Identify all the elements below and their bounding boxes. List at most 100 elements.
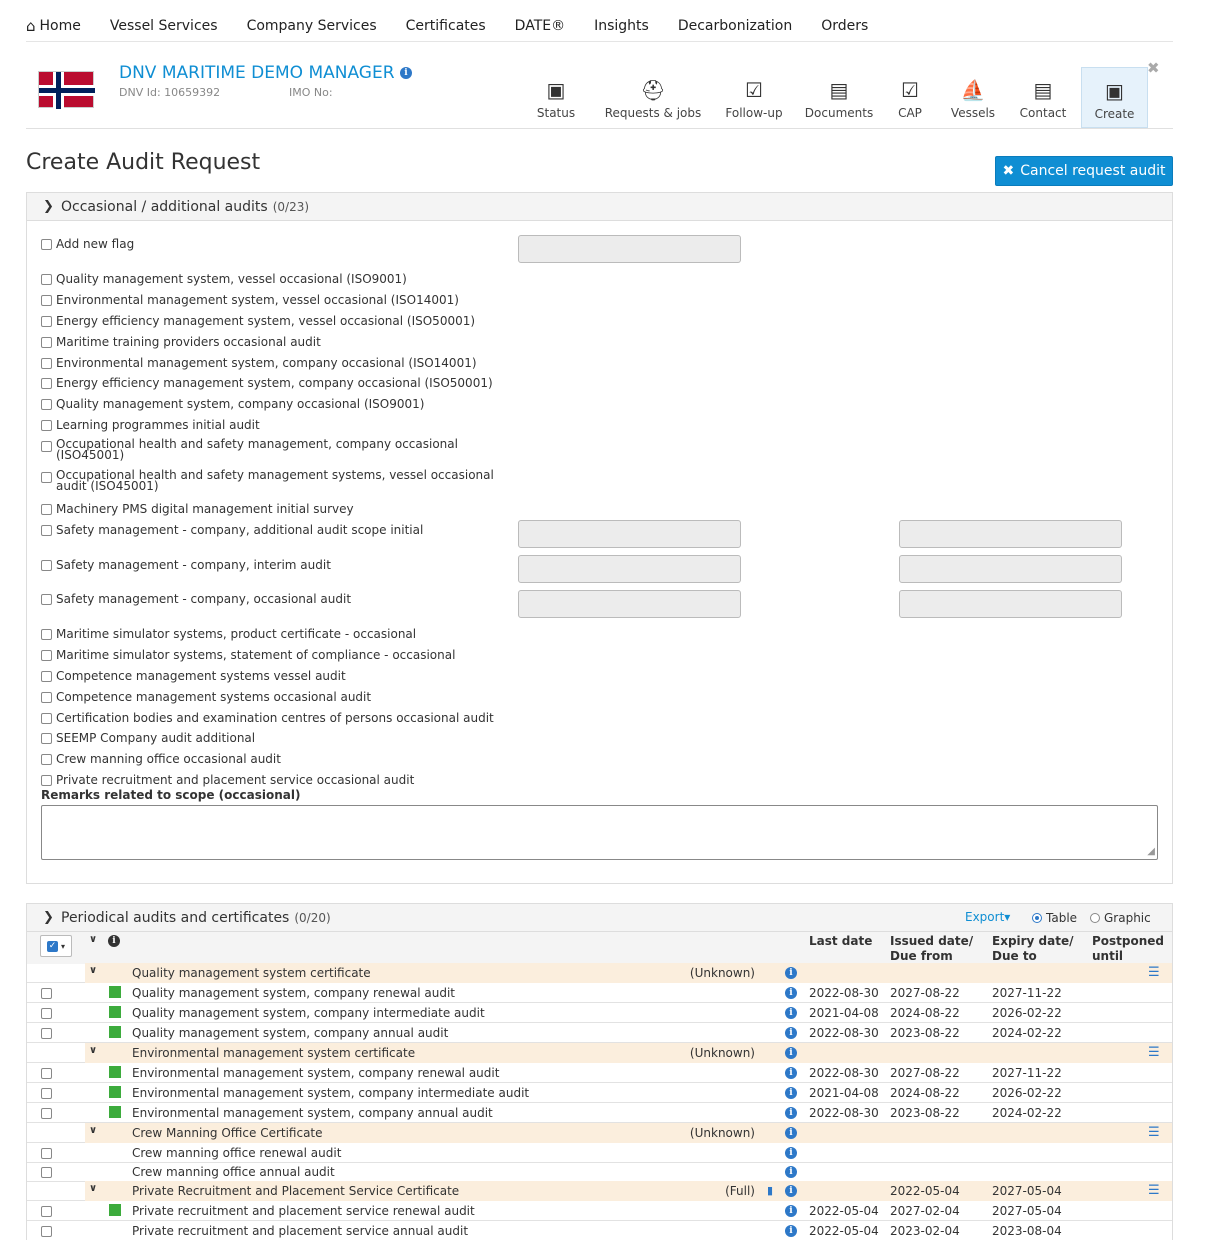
- info-icon[interactable]: i: [108, 935, 120, 947]
- info-icon[interactable]: i: [785, 1027, 797, 1039]
- tab-follow-up[interactable]: ☑ Follow-up: [719, 67, 789, 128]
- certificate-group-row[interactable]: ∨ Private Recruitment and Placement Servi…: [27, 1181, 1172, 1201]
- occasional-audit-option[interactable]: Competence management systems occasional…: [41, 690, 371, 704]
- info-icon[interactable]: i: [785, 1225, 797, 1237]
- occasional-audit-option[interactable]: Occupational health and safety managemen…: [41, 438, 496, 461]
- checkbox[interactable]: [41, 629, 52, 640]
- table-row[interactable]: Environmental management system, company…: [27, 1063, 1172, 1083]
- occasional-panel-header[interactable]: ❯ Occasional / additional audits (0/23): [27, 193, 1172, 221]
- row-checkbox[interactable]: [41, 1148, 52, 1159]
- select-all-dropdown[interactable]: ✓ ▾: [40, 935, 72, 957]
- occasional-audit-option[interactable]: Learning programmes initial audit: [41, 418, 260, 432]
- interim-date-from[interactable]: [518, 555, 741, 583]
- info-icon[interactable]: i: [785, 1147, 797, 1159]
- tab-status[interactable]: ▣ Status: [530, 67, 582, 128]
- close-icon[interactable]: ✖: [1147, 59, 1160, 77]
- info-icon[interactable]: i: [785, 1047, 797, 1059]
- nav-orders[interactable]: Orders: [821, 14, 868, 38]
- checkbox[interactable]: [41, 733, 52, 744]
- occasional-date-from[interactable]: [518, 590, 741, 618]
- checkbox[interactable]: [41, 671, 52, 682]
- occasional-audit-option[interactable]: SEEMP Company audit additional: [41, 731, 255, 745]
- occasional-audit-option[interactable]: Machinery PMS digital management initial…: [41, 502, 354, 516]
- view-table-radio[interactable]: Table: [1032, 911, 1077, 925]
- row-checkbox[interactable]: [41, 1108, 52, 1119]
- occasional-date-to[interactable]: [899, 590, 1122, 618]
- table-row[interactable]: Quality management system, company inter…: [27, 1003, 1172, 1023]
- occasional-audit-option[interactable]: Quality management system, company occas…: [41, 397, 424, 411]
- info-icon[interactable]: i: [785, 1166, 797, 1178]
- chevron-down-icon[interactable]: ∨: [89, 1045, 97, 1056]
- info-icon[interactable]: i: [785, 1087, 797, 1099]
- checkbox[interactable]: [41, 525, 52, 536]
- occasional-audit-option[interactable]: Add new flag: [41, 237, 134, 251]
- table-row[interactable]: Private recruitment and placement servic…: [27, 1221, 1172, 1240]
- certificate-group-row[interactable]: ∨ Environmental management system certifi…: [27, 1043, 1172, 1063]
- table-row[interactable]: Quality management system, company renew…: [27, 983, 1172, 1003]
- chevron-down-icon[interactable]: ∨: [89, 965, 97, 976]
- nav-certificates[interactable]: Certificates: [406, 14, 486, 38]
- checkbox[interactable]: [41, 713, 52, 724]
- chevron-down-icon[interactable]: ∨: [89, 1125, 97, 1136]
- checkbox[interactable]: [41, 274, 52, 285]
- table-row[interactable]: Crew manning office annual audit i: [27, 1162, 1172, 1182]
- occasional-audit-option[interactable]: Safety management - company, interim aud…: [41, 558, 331, 572]
- chevron-down-icon[interactable]: ∨: [89, 1183, 97, 1194]
- menu-icon[interactable]: ☰: [1148, 1045, 1160, 1060]
- checkbox[interactable]: [41, 472, 52, 483]
- checkbox[interactable]: [41, 560, 52, 571]
- expand-all-chevron-icon[interactable]: ∨: [89, 934, 97, 945]
- checkbox[interactable]: [41, 650, 52, 661]
- occasional-audit-option[interactable]: Safety management - company, occasional …: [41, 592, 351, 606]
- nav-company-services[interactable]: Company Services: [247, 14, 377, 38]
- checkbox[interactable]: [41, 239, 52, 250]
- table-row[interactable]: Environmental management system, company…: [27, 1103, 1172, 1123]
- table-row[interactable]: Private recruitment and placement servic…: [27, 1201, 1172, 1221]
- occasional-audit-option[interactable]: Occupational health and safety managemen…: [41, 469, 496, 492]
- row-checkbox[interactable]: [41, 1206, 52, 1217]
- occasional-audit-option[interactable]: Environmental management system, vessel …: [41, 293, 459, 307]
- info-icon[interactable]: i: [785, 1205, 797, 1217]
- scope-initial-date-to[interactable]: [899, 520, 1122, 548]
- info-icon[interactable]: i: [785, 1007, 797, 1019]
- menu-icon[interactable]: ☰: [1148, 965, 1160, 980]
- tab-requests-jobs[interactable]: ⛑ Requests & jobs: [600, 67, 706, 128]
- row-checkbox[interactable]: [41, 1167, 52, 1178]
- table-row[interactable]: Crew manning office renewal audit i: [27, 1143, 1172, 1163]
- info-icon[interactable]: i: [785, 1127, 797, 1139]
- occasional-audit-option[interactable]: Energy efficiency management system, ves…: [41, 314, 475, 328]
- tab-vessels[interactable]: ⛵ Vessels: [946, 67, 1000, 128]
- info-icon[interactable]: i: [785, 1185, 797, 1197]
- occasional-audit-option[interactable]: Certification bodies and examination cen…: [41, 711, 494, 725]
- certificate-group-row[interactable]: ∨ Crew Manning Office Certificate (Unknown…: [27, 1123, 1172, 1143]
- occasional-audit-option[interactable]: Private recruitment and placement servic…: [41, 773, 414, 787]
- occasional-audit-option[interactable]: Maritime simulator systems, statement of…: [41, 648, 455, 662]
- checkbox[interactable]: [41, 295, 52, 306]
- row-checkbox[interactable]: [41, 1028, 52, 1039]
- checkbox[interactable]: [41, 399, 52, 410]
- occasional-audit-option[interactable]: Quality management system, vessel occasi…: [41, 272, 407, 286]
- resize-grip-icon[interactable]: ◢: [1147, 846, 1155, 857]
- interim-date-to[interactable]: [899, 555, 1122, 583]
- tab-create[interactable]: ▣ Create: [1081, 67, 1148, 128]
- checkbox[interactable]: [41, 754, 52, 765]
- checkbox[interactable]: [41, 594, 52, 605]
- checkbox[interactable]: [41, 378, 52, 389]
- checkbox[interactable]: [41, 504, 52, 515]
- info-icon[interactable]: i: [785, 987, 797, 999]
- occasional-audit-option[interactable]: Maritime simulator systems, product cert…: [41, 627, 416, 641]
- occasional-audit-option[interactable]: Environmental management system, company…: [41, 356, 477, 370]
- table-row[interactable]: Environmental management system, company…: [27, 1083, 1172, 1103]
- tab-contact[interactable]: ▤ Contact: [1016, 67, 1070, 128]
- info-icon[interactable]: i: [399, 67, 412, 79]
- tab-cap[interactable]: ☑ CAP: [890, 67, 930, 128]
- company-name[interactable]: DNV MARITIME DEMO MANAGER i: [119, 63, 412, 83]
- view-graphic-radio[interactable]: Graphic: [1090, 911, 1151, 925]
- occasional-audit-option[interactable]: Safety management - company, additional …: [41, 523, 423, 537]
- row-checkbox[interactable]: [41, 1226, 52, 1237]
- checkbox[interactable]: [41, 316, 52, 327]
- checkbox[interactable]: [41, 420, 52, 431]
- certificate-group-row[interactable]: ∨ Quality management system certificate (U…: [27, 963, 1172, 983]
- row-checkbox[interactable]: [41, 1008, 52, 1019]
- occasional-audit-option[interactable]: Maritime training providers occasional a…: [41, 335, 321, 349]
